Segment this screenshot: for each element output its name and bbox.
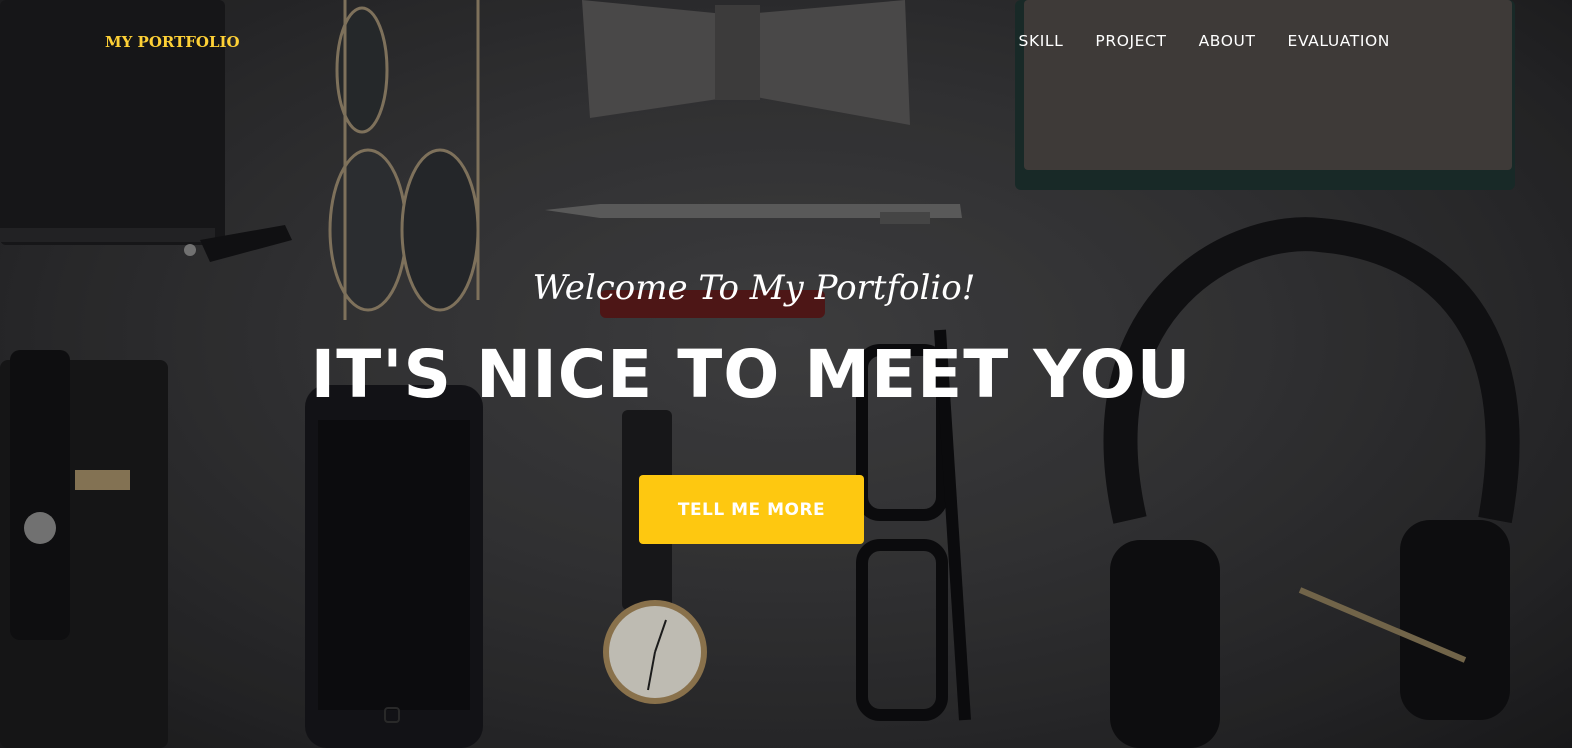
hero-lead-in: Welcome To My Portfolio!	[532, 268, 976, 308]
tell-me-more-button[interactable]: TELL ME MORE	[639, 475, 864, 544]
nav-link-skill[interactable]: SKILL	[1019, 32, 1064, 50]
hero-section: MY PORTFOLIO SKILL PROJECT ABOUT EVALUAT…	[0, 0, 1572, 748]
nav-link-evaluation[interactable]: EVALUATION	[1288, 32, 1390, 50]
nav-link-project[interactable]: PROJECT	[1095, 32, 1166, 50]
main-navbar: MY PORTFOLIO SKILL PROJECT ABOUT EVALUAT…	[0, 0, 1572, 86]
nav-link-about[interactable]: ABOUT	[1199, 32, 1256, 50]
nav-links: SKILL PROJECT ABOUT EVALUATION	[1019, 32, 1390, 50]
hero-heading: IT'S NICE TO MEET YOU	[310, 336, 1192, 413]
brand-logo-link[interactable]: MY PORTFOLIO	[105, 33, 240, 51]
